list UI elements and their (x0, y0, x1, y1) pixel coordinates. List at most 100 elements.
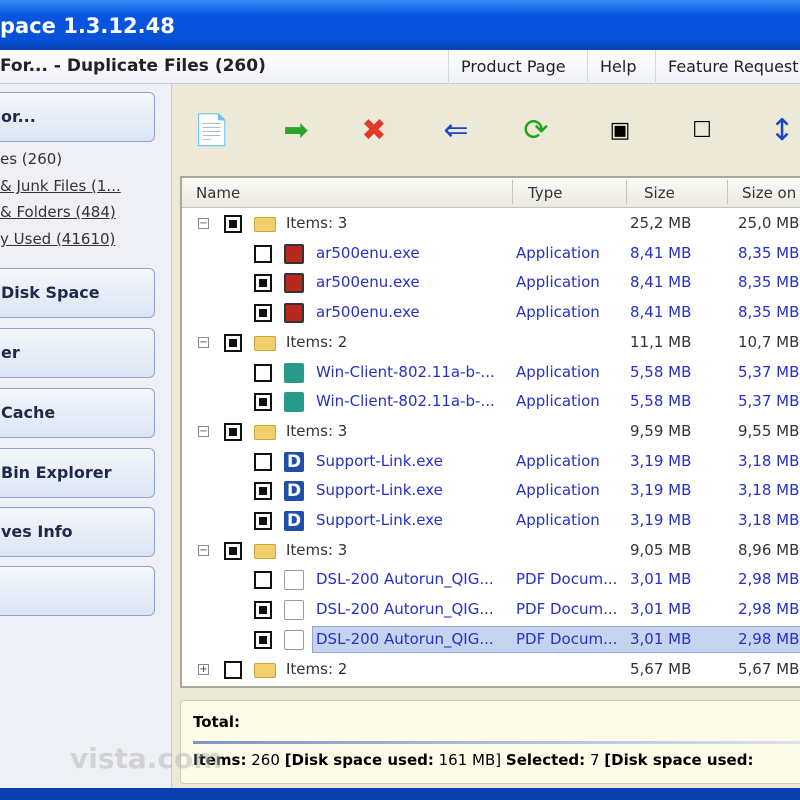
file-row[interactable]: D Support-Link.exe Application 3,19 MB 3,18 … (182, 476, 800, 506)
collapse-icon[interactable]: − (198, 336, 209, 348)
file-checkbox[interactable] (254, 571, 272, 590)
column-name[interactable]: Name (196, 184, 240, 202)
exe-file-icon (284, 303, 304, 324)
items-count: 260 (251, 751, 280, 769)
uncheck-all-icon[interactable]: ☐ (674, 102, 730, 158)
size-on-disk: 2,98 MB (738, 570, 800, 589)
file-checkbox[interactable] (254, 393, 272, 412)
file-type: Application (516, 243, 600, 262)
group-name: Items: 2 (286, 659, 348, 678)
sidebar-disk-space-button[interactable]: Disk Space (0, 268, 155, 318)
collapse-icon[interactable]: − (198, 425, 209, 437)
refresh-icon[interactable]: ⟳ (508, 102, 564, 158)
file-row[interactable]: DSL-200 Autorun_QIG... PDF Docum... 3,01 M… (182, 625, 800, 655)
file-type: Application (516, 392, 600, 411)
sidebar-search-for-button[interactable]: or... (0, 92, 155, 142)
collapse-icon[interactable]: − (198, 218, 209, 229)
group-checkbox[interactable] (224, 215, 242, 233)
group-row[interactable]: − Items: 3 25,2 MB 25,0 MB (182, 209, 800, 239)
folder-icon (254, 543, 276, 559)
expand-icon[interactable]: + (198, 663, 209, 675)
folder-icon (254, 335, 276, 351)
group-checkbox[interactable] (224, 422, 242, 441)
size: 3,19 MB (630, 511, 692, 529)
size: 3,01 MB (630, 600, 692, 619)
file-name: Win-Client-802.11a-b-... (316, 392, 495, 411)
size-on-disk: 8,35 MB (738, 243, 800, 262)
sidebar-button-6[interactable] (0, 566, 155, 616)
file-checkbox[interactable] (254, 512, 272, 530)
select-first-icon[interactable]: ⇐ (428, 102, 484, 158)
invert-selection-icon[interactable]: ↕ (754, 102, 800, 158)
wifi-file-icon (284, 392, 304, 413)
file-row[interactable]: DSL-200 Autorun_QIG... PDF Docum... 3,01 M… (182, 595, 800, 625)
sidebar: or... es (260) & Junk Files (1... & Fold… (0, 84, 172, 788)
page-title: For... - Duplicate Files (260) (0, 56, 266, 76)
size: 3,19 MB (630, 451, 692, 470)
file-checkbox[interactable] (254, 274, 272, 293)
product-page-link[interactable]: Product Page (448, 50, 578, 84)
sidebar-link-used[interactable]: y Used (41610) (0, 230, 115, 248)
file-row[interactable]: Win-Client-802.11a-b-... Application 5,58 … (182, 358, 800, 388)
file-name: DSL-200 Autorun_QIG... (316, 629, 494, 648)
duplicate-files-list[interactable]: Name Type Size Size on − Items: 3 25,2 MB 2… (180, 176, 800, 688)
pdf-file-icon (284, 570, 304, 591)
file-row[interactable]: DSL-200 Autorun_QIG... PDF Docum... 3,01 M… (182, 565, 800, 595)
sidebar-bin-explorer-button[interactable]: Bin Explorer (0, 448, 155, 498)
size: 3,01 MB (630, 570, 692, 589)
size: 8,41 MB (630, 273, 692, 292)
size-on-disk: 8,96 MB (738, 540, 800, 559)
file-row[interactable]: ar500enu.exe Application 8,41 MB 8,35 MB (182, 268, 800, 298)
sidebar-link-junk-files[interactable]: & Junk Files (1... (0, 177, 121, 195)
size-on-disk: 3,18 MB (738, 451, 800, 470)
size: 8,41 MB (630, 243, 692, 262)
copy-to-icon[interactable]: 📄 (184, 102, 240, 158)
file-checkbox[interactable] (254, 452, 272, 471)
check-all-icon[interactable]: ▣ (592, 102, 648, 158)
group-checkbox[interactable] (224, 333, 242, 352)
sidebar-drives-info-button[interactable]: ves Info (0, 507, 155, 557)
file-type: Application (516, 303, 600, 322)
group-checkbox[interactable] (224, 541, 242, 560)
file-checkbox[interactable] (254, 363, 272, 382)
group-row[interactable]: − Items: 3 9,59 MB 9,55 MB (182, 417, 800, 447)
file-checkbox[interactable] (254, 244, 272, 263)
sidebar-link-folders[interactable]: & Folders (484) (0, 203, 116, 221)
sidebar-button-2[interactable]: er (0, 328, 155, 378)
file-row[interactable]: ar500enu.exe Application 8,41 MB 8,35 MB (182, 298, 800, 328)
delete-icon[interactable]: ✖ (346, 102, 402, 158)
main-panel: 📄 ➡ ✖ ⇐ ⟳ ▣ ☐ ↕ Name Type Size Size on −… (172, 84, 800, 788)
move-to-icon[interactable]: ➡ (268, 102, 324, 158)
group-row[interactable]: + Items: 2 5,67 MB 5,67 MB (182, 655, 800, 685)
file-checkbox[interactable] (254, 482, 272, 501)
d-file-icon: D (284, 511, 304, 531)
file-name: Support-Link.exe (316, 511, 443, 529)
total-label: Total: (193, 713, 240, 731)
group-row[interactable]: − Items: 3 9,05 MB 8,96 MB (182, 536, 800, 566)
file-row[interactable]: D Support-Link.exe Application 3,19 MB 3,18 … (182, 506, 800, 536)
feature-request-link[interactable]: Feature Request (655, 50, 800, 84)
file-name: DSL-200 Autorun_QIG... (316, 570, 494, 589)
file-name: DSL-200 Autorun_QIG... (316, 600, 494, 619)
file-name: ar500enu.exe (316, 273, 420, 292)
group-checkbox[interactable] (224, 660, 242, 679)
file-row[interactable]: Win-Client-802.11a-b-... Application 5,58 … (182, 387, 800, 417)
file-name: Support-Link.exe (316, 451, 443, 470)
collapse-icon[interactable]: − (198, 544, 209, 556)
file-row[interactable]: D Support-Link.exe Application 3,19 MB 3,18 … (182, 447, 800, 477)
help-link[interactable]: Help (587, 50, 648, 84)
column-size[interactable]: Size (644, 184, 675, 202)
sidebar-cache-button[interactable]: Cache (0, 388, 155, 438)
column-type[interactable]: Type (528, 184, 562, 202)
column-size-on-disk[interactable]: Size on (742, 184, 796, 202)
pdf-file-icon (284, 629, 304, 650)
file-checkbox[interactable] (254, 601, 272, 620)
file-row[interactable]: ar500enu.exe Application 8,41 MB 8,35 MB (182, 239, 800, 269)
sidebar-link-duplicate-files[interactable]: es (260) (0, 150, 62, 168)
size-on-disk: 5,37 MB (738, 392, 800, 411)
size: 3,19 MB (630, 481, 692, 500)
size: 25,2 MB (630, 214, 692, 232)
file-checkbox[interactable] (254, 630, 272, 649)
file-checkbox[interactable] (254, 304, 272, 323)
group-row[interactable]: − Items: 2 11,1 MB 10,7 MB (182, 328, 800, 358)
